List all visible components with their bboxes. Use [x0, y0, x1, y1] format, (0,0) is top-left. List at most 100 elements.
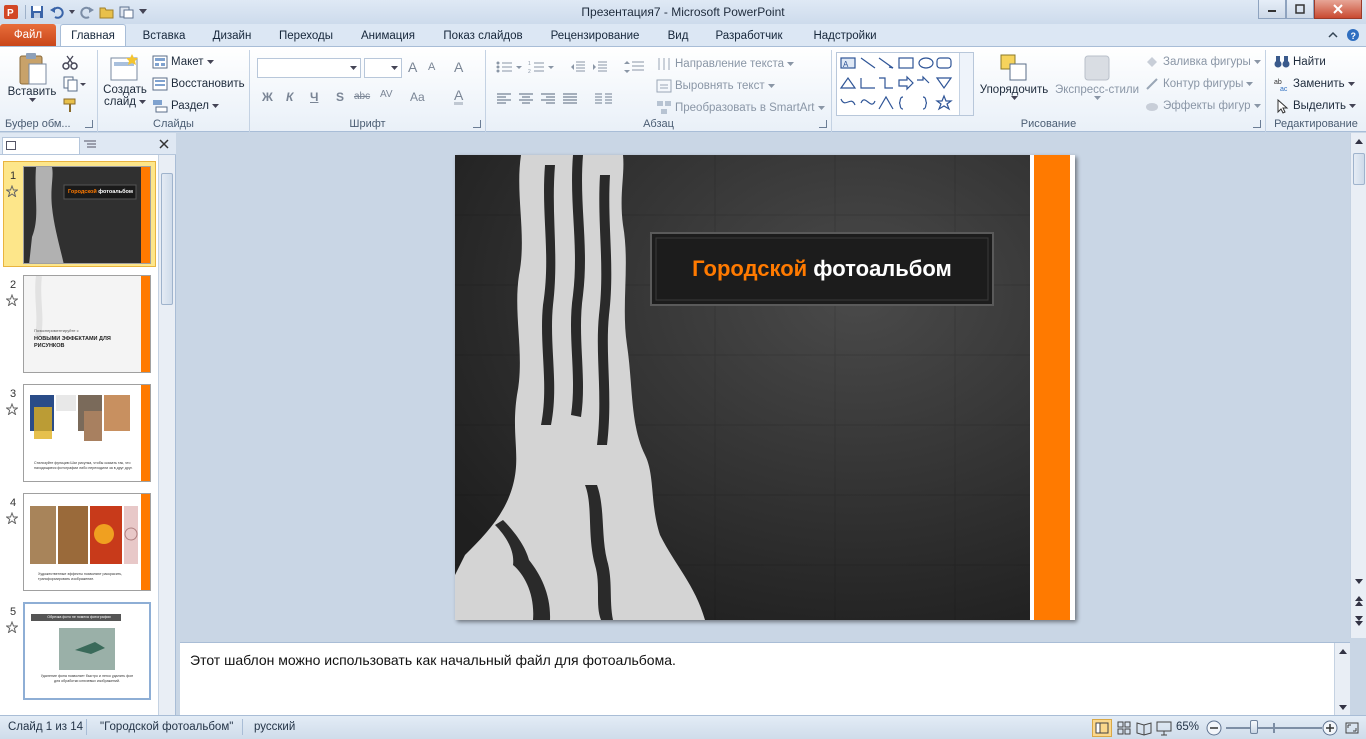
shapes-gallery[interactable]: A — [836, 52, 974, 116]
slide-thumbnail-5[interactable]: Обрезка фото не помеха фотографии Удален… — [23, 602, 151, 700]
reading-view-button[interactable] — [1136, 720, 1152, 739]
change-case-button[interactable]: Aa — [410, 90, 425, 104]
undo-dropdown-icon[interactable] — [68, 3, 76, 21]
slide-title[interactable]: Городской фотоальбом — [651, 233, 993, 305]
font-color-button[interactable]: A — [454, 88, 464, 105]
minimize-ribbon-icon[interactable] — [1326, 28, 1340, 42]
slide-scroll-thumb[interactable] — [1353, 153, 1365, 185]
normal-view-button[interactable] — [1092, 719, 1112, 737]
format-painter-icon[interactable] — [62, 97, 78, 116]
tab-transitions[interactable]: Переходы — [268, 26, 344, 46]
shapes-gallery-scroll[interactable] — [959, 53, 973, 115]
open-icon[interactable] — [98, 3, 116, 21]
current-slide[interactable]: Городской фотоальбом — [455, 155, 1075, 620]
shadow-button[interactable]: S — [336, 90, 344, 104]
columns-icon[interactable] — [594, 92, 616, 106]
notes-text[interactable]: Этот шаблон можно использовать как начал… — [190, 652, 676, 668]
slide-thumbnail-2[interactable]: Поэкспериментируйте с НОВЫМИ ЭФФЕКТАМИ Д… — [23, 275, 151, 373]
tab-review[interactable]: Рецензирование — [540, 26, 650, 46]
align-left-icon[interactable] — [496, 92, 512, 106]
font-launcher-icon[interactable] — [473, 120, 481, 128]
shape-outline-button[interactable]: Контур фигуры — [1144, 76, 1254, 92]
next-slide-icon[interactable] — [1351, 613, 1366, 629]
font-size-combo[interactable] — [364, 58, 402, 78]
shape-fill-button[interactable]: Заливка фигуры — [1144, 54, 1261, 70]
align-text-button[interactable]: Выровнять текст — [656, 78, 775, 94]
paragraph-launcher-icon[interactable] — [819, 120, 827, 128]
more-commands-icon[interactable] — [118, 3, 136, 21]
cut-icon[interactable] — [62, 54, 78, 73]
slide-sorter-button[interactable] — [1116, 720, 1132, 739]
close-panel-icon[interactable] — [158, 138, 170, 153]
align-right-icon[interactable] — [540, 92, 556, 106]
quick-styles-button[interactable]: Экспресс-стили — [1052, 52, 1142, 118]
zoom-in-icon[interactable] — [1322, 720, 1338, 739]
tab-home[interactable]: Главная — [60, 24, 126, 47]
zoom-out-icon[interactable] — [1206, 720, 1222, 739]
slide-thumbnail-1[interactable]: Городской фотоальбом — [23, 166, 151, 264]
slideshow-button[interactable] — [1156, 720, 1172, 739]
layout-button[interactable]: Макет — [152, 54, 214, 70]
section-button[interactable]: Раздел — [152, 98, 220, 114]
previous-slide-icon[interactable] — [1351, 593, 1366, 609]
character-spacing-button[interactable]: AV — [380, 89, 393, 100]
bold-button[interactable]: Ж — [262, 90, 273, 104]
redo-icon[interactable] — [78, 3, 96, 21]
tab-slides[interactable] — [2, 137, 80, 154]
paste-button[interactable]: Вставить — [8, 52, 56, 116]
tab-file[interactable]: Файл — [0, 24, 56, 46]
help-icon[interactable]: ? — [1346, 28, 1360, 42]
line-spacing-icon[interactable] — [624, 60, 646, 74]
clear-formatting-icon[interactable]: A — [454, 59, 463, 75]
minimize-button[interactable] — [1258, 0, 1286, 19]
slide-scrollbar[interactable] — [1350, 133, 1366, 638]
drawing-launcher-icon[interactable] — [1253, 120, 1261, 128]
grow-font-icon[interactable]: A — [408, 59, 417, 75]
language-indicator[interactable]: русский — [254, 721, 295, 733]
zoom-slider-thumb[interactable] — [1250, 720, 1258, 734]
tab-slideshow[interactable]: Показ слайдов — [434, 26, 532, 46]
italic-button[interactable]: К — [286, 90, 293, 104]
zoom-level[interactable]: 65% — [1176, 721, 1199, 733]
tab-developer[interactable]: Разработчик — [706, 26, 792, 46]
numbering-icon[interactable]: 12 — [528, 60, 556, 74]
arrange-button[interactable]: Упорядочить — [978, 52, 1050, 118]
scroll-thumb[interactable] — [161, 173, 173, 305]
scroll-down-icon[interactable] — [1351, 573, 1366, 589]
convert-smartart-button[interactable]: Преобразовать в SmartArt — [656, 100, 825, 116]
copy-icon[interactable] — [62, 76, 86, 92]
decrease-indent-icon[interactable] — [570, 60, 586, 74]
new-slide-button[interactable]: Создать слайд — [102, 52, 148, 118]
align-center-icon[interactable] — [518, 92, 534, 106]
tab-insert[interactable]: Вставка — [132, 26, 196, 46]
close-button[interactable] — [1314, 0, 1362, 19]
tab-view[interactable]: Вид — [656, 26, 700, 46]
slide-thumbnail-4[interactable]: Художественные эффекты позволяют раскрас… — [23, 493, 151, 591]
text-direction-button[interactable]: Направление текста — [656, 56, 795, 72]
tab-addins[interactable]: Надстройки — [800, 26, 890, 46]
notes-scrollbar[interactable] — [1334, 643, 1350, 716]
clipboard-launcher-icon[interactable] — [85, 120, 93, 128]
justify-icon[interactable] — [562, 92, 578, 106]
select-button[interactable]: Выделить — [1274, 98, 1357, 114]
customize-toolbar-icon[interactable] — [138, 3, 148, 21]
tab-design[interactable]: Дизайн — [200, 26, 264, 46]
scroll-up-icon[interactable] — [1351, 133, 1366, 149]
theme-name[interactable]: "Городской фотоальбом" — [100, 721, 233, 733]
shrink-font-icon[interactable]: A — [428, 61, 435, 73]
powerpoint-logo-icon[interactable]: P — [2, 3, 20, 21]
replace-button[interactable]: ab ac Заменить — [1274, 76, 1355, 92]
save-icon[interactable] — [28, 3, 46, 21]
notes-scroll-down-icon[interactable] — [1335, 699, 1351, 715]
strikethrough-button[interactable]: abc — [354, 91, 370, 102]
undo-icon[interactable] — [48, 3, 66, 21]
maximize-button[interactable] — [1286, 0, 1314, 19]
tab-outline[interactable] — [80, 137, 156, 154]
increase-indent-icon[interactable] — [592, 60, 608, 74]
notes-pane[interactable]: Этот шаблон можно использовать как начал… — [180, 642, 1350, 716]
bullets-icon[interactable] — [496, 60, 524, 74]
slide-thumbnail-3[interactable]: Стилизуйте функцию Шаг рисунка, чтобы ск… — [23, 384, 151, 482]
shape-effects-button[interactable]: Эффекты фигур — [1144, 98, 1261, 114]
tab-animation[interactable]: Анимация — [348, 26, 428, 46]
fit-to-window-icon[interactable] — [1344, 720, 1360, 739]
